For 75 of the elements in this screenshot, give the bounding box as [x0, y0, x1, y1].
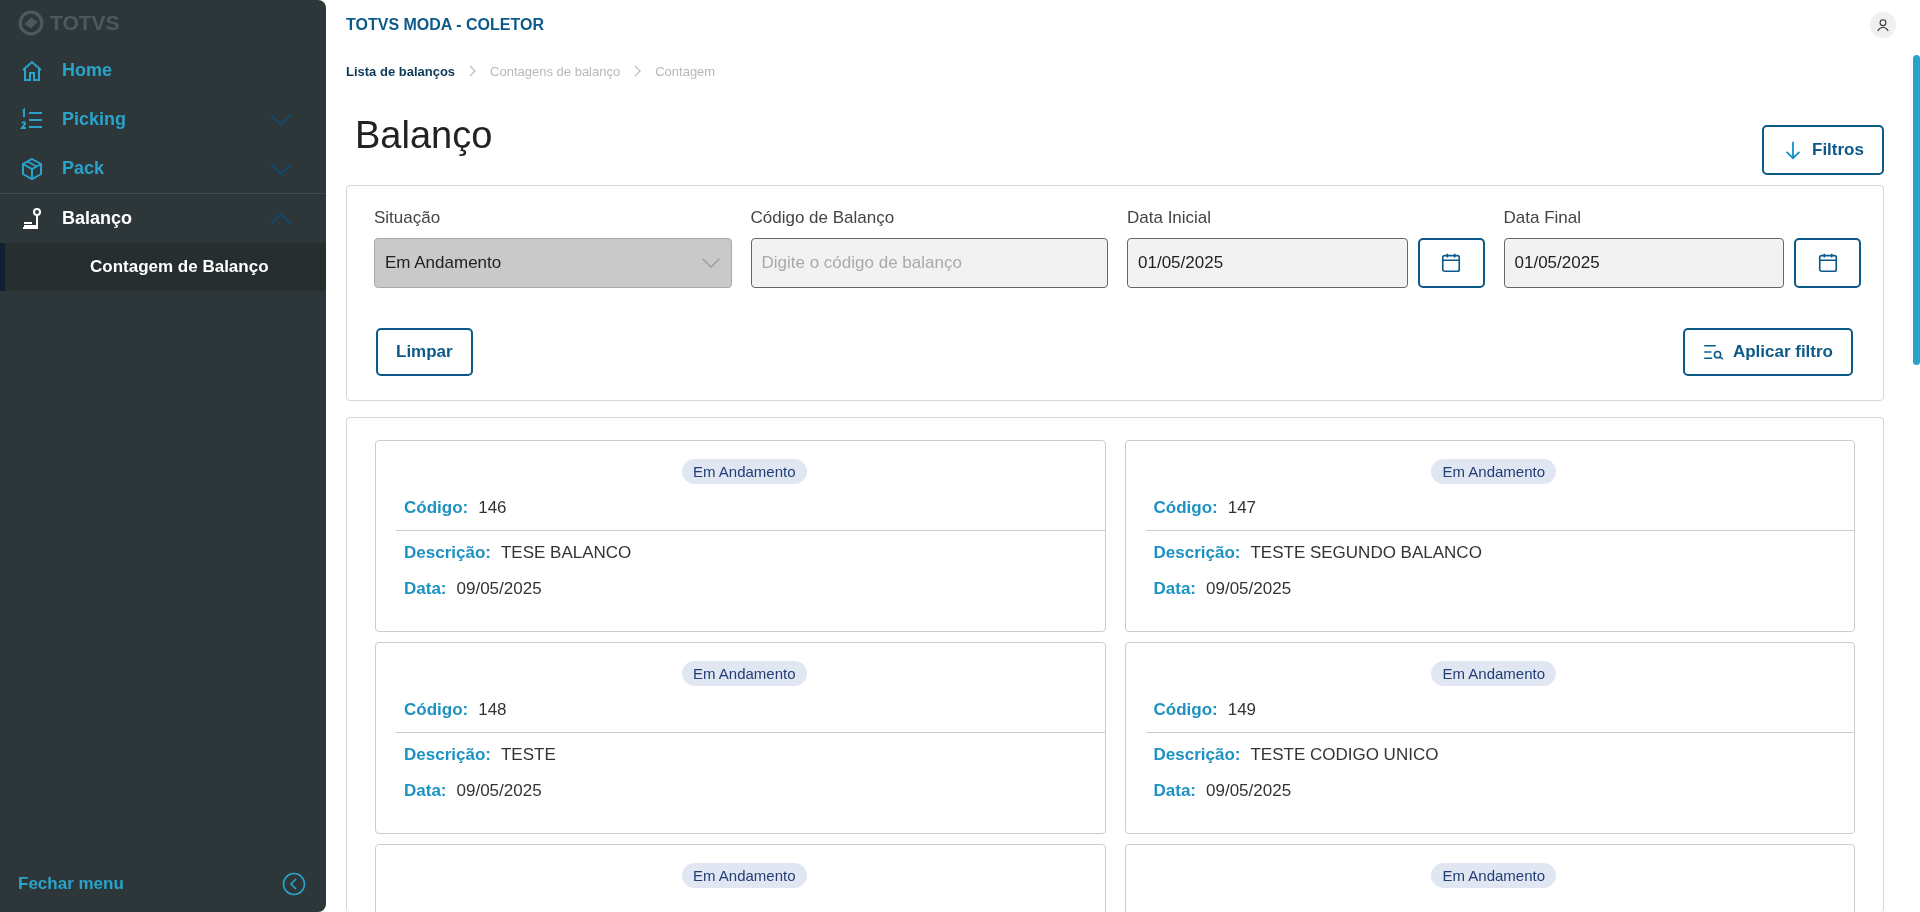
field-label: Código: [1153, 700, 1218, 720]
filter-search-icon [1702, 344, 1725, 360]
box-icon [20, 156, 44, 181]
field-value: 09/05/2025 [456, 579, 542, 599]
field-label: Código: [404, 498, 469, 518]
user-icon [1876, 18, 1890, 32]
balance-card[interactable]: Em Andamento [375, 844, 1106, 912]
field-label: Data Final [1503, 208, 1582, 228]
balance-card[interactable]: Em Andamento Código: 149 Descrição: TESTE CODIGO UNICO Data: 09/05/2025 [1124, 642, 1855, 834]
scale-icon [20, 206, 44, 231]
status-badge: Em Andamento [681, 661, 807, 686]
submenu-item[interactable]: Contagem de Balanço [0, 243, 326, 291]
status-badge: Em Andamento [1431, 661, 1557, 686]
balance-card[interactable]: Em Andamento Código: 148 Descrição: TESTE Data: 09/05/2025 [375, 642, 1106, 834]
field-label: Data: [1153, 781, 1196, 801]
status-select[interactable]: Em Andamento [374, 238, 732, 288]
field-value: 146 [478, 498, 507, 518]
field-label: Descrição: [404, 745, 491, 765]
field-label: Descrição: [1153, 543, 1241, 563]
field-label: Data Inicial [1127, 208, 1213, 228]
balance-card[interactable]: Em Andamento Código: 146 Descrição: TESE BALANCO Data: 09/05/2025 [375, 440, 1106, 632]
page-title: Balanço [355, 114, 493, 157]
calendar-icon [1816, 252, 1839, 274]
chevron-down-icon [700, 257, 721, 269]
logo-icon [18, 10, 44, 36]
chevron-right-icon [634, 65, 642, 77]
field-label: Descrição: [404, 543, 491, 563]
scrollbar-thumb[interactable] [1913, 55, 1920, 365]
app-title: TOTVS MODA - COLETOR [346, 16, 544, 34]
field-label: Descrição: [1153, 745, 1241, 765]
menu-item[interactable]: Home [0, 46, 326, 95]
field-label: Código de Balanço [750, 208, 896, 228]
home-icon [20, 58, 44, 83]
code-input[interactable]: Digite o código de balanço [750, 238, 1108, 288]
apply-filter-button[interactable]: Aplicar filtro [1682, 328, 1853, 376]
field-label: Situação [374, 208, 442, 228]
user-avatar-button[interactable] [1870, 12, 1896, 38]
filters-button[interactable]: Filtros [1762, 125, 1884, 175]
field-label: Data: [1153, 579, 1196, 599]
menu-item[interactable]: Balanço [0, 194, 326, 243]
calendar-button[interactable] [1794, 238, 1861, 288]
field-label: Data: [404, 781, 447, 801]
balance-card[interactable]: Em Andamento [1124, 844, 1855, 912]
breadcrumb-item: Contagens de balanço [490, 63, 621, 79]
field-value: TESTE CODIGO UNICO [1250, 745, 1439, 765]
field-value: TESTE [500, 745, 556, 765]
calendar-icon [1440, 252, 1462, 274]
date-input[interactable]: 01/05/2025 [1127, 238, 1408, 288]
calendar-button[interactable] [1417, 238, 1485, 288]
date-input[interactable]: 01/05/2025 [1503, 238, 1784, 288]
collapse-icon[interactable] [282, 872, 306, 896]
field-value: 148 [478, 700, 507, 720]
field-label: Data: [404, 579, 447, 599]
balance-card[interactable]: Em Andamento Código: 147 Descrição: TESTE SEGUNDO BALANCO Data: 09/05/2025 [1124, 440, 1855, 632]
close-menu-link[interactable]: Fechar menu [18, 874, 124, 894]
field-value: TESE BALANCO [500, 543, 632, 563]
field-value: 09/05/2025 [1206, 781, 1292, 801]
menu-item[interactable]: Pack [0, 144, 326, 193]
chevron-right-icon [469, 65, 477, 77]
field-label: Código: [1153, 498, 1218, 518]
field-value: 149 [1227, 700, 1257, 720]
breadcrumb-item: Contagem [655, 63, 716, 79]
clear-button[interactable]: Limpar [376, 328, 473, 376]
status-badge: Em Andamento [1431, 863, 1557, 888]
field-value: 09/05/2025 [456, 781, 542, 801]
breadcrumb-item[interactable]: Lista de balanços [346, 63, 456, 79]
field-value: 147 [1227, 498, 1257, 518]
menu-item[interactable]: Picking [0, 95, 326, 144]
numbered-list-icon [20, 107, 44, 132]
status-badge: Em Andamento [681, 863, 807, 888]
field-label: Código: [404, 700, 469, 720]
status-badge: Em Andamento [681, 459, 807, 484]
field-value: 09/05/2025 [1206, 579, 1292, 599]
field-value: TESTE SEGUNDO BALANCO [1250, 543, 1482, 563]
status-badge: Em Andamento [1431, 459, 1557, 484]
